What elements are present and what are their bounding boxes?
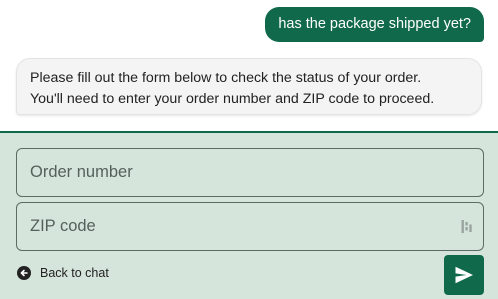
- arrow-left-circle-icon: [17, 266, 31, 280]
- user-message-bubble: has the package shipped yet?: [265, 7, 484, 42]
- user-message-text: has the package shipped yet?: [278, 16, 471, 32]
- chat-messages: has the package shipped yet? Please fill…: [0, 0, 498, 131]
- zip-code-input[interactable]: [17, 203, 483, 250]
- bot-message-line: You'll need to enter your order number a…: [30, 91, 435, 107]
- send-icon: [455, 266, 473, 284]
- back-to-chat-label: Back to chat: [40, 266, 109, 280]
- order-number-input[interactable]: [17, 149, 483, 196]
- order-status-form: Back to chat: [0, 131, 498, 299]
- back-to-chat-link[interactable]: Back to chat: [17, 266, 109, 280]
- order-number-field[interactable]: [16, 148, 484, 197]
- send-button[interactable]: [444, 255, 484, 295]
- bot-message-bubble: Please fill out the form below to check …: [16, 58, 482, 115]
- bot-message-line: Please fill out the form below to check …: [30, 70, 422, 86]
- zip-code-field[interactable]: [16, 202, 484, 251]
- password-manager-icon[interactable]: [461, 220, 473, 234]
